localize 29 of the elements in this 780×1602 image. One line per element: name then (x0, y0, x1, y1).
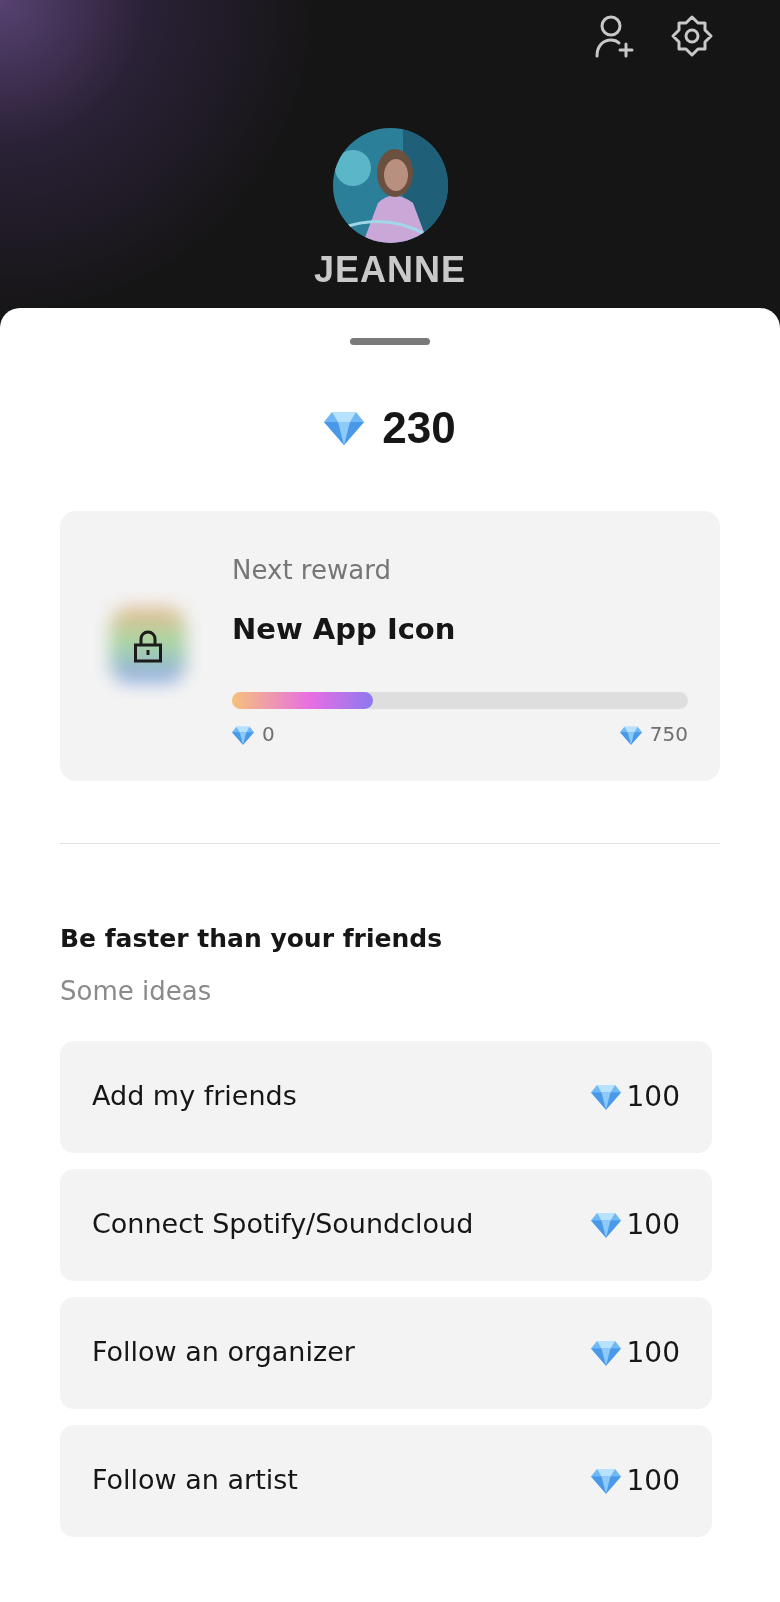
section-subtitle: Some ideas (60, 974, 213, 1008)
section-title: Be faster than your friends (60, 923, 443, 955)
task-row[interactable]: Connect Spotify/Soundcloud 100 (60, 1168, 712, 1281)
task-row[interactable]: Add my friends 100 (60, 1040, 712, 1153)
max-value: 750 (649, 720, 688, 748)
gem-icon (232, 725, 254, 745)
task-reward: 100 (626, 1462, 680, 1499)
gem-icon (619, 725, 642, 745)
reward-label: Next reward (232, 554, 392, 587)
min-value: 0 (262, 720, 275, 748)
profile-name: JEANNE (312, 250, 467, 290)
drag-handle[interactable] (350, 338, 430, 345)
settings-icon[interactable] (670, 14, 714, 58)
gem-balance: 230 (382, 402, 456, 454)
gem-icon (590, 1339, 621, 1366)
task-reward: 100 (626, 1206, 680, 1243)
task-label: Follow an artist (92, 1463, 298, 1498)
task-reward: 100 (626, 1078, 680, 1115)
task-row[interactable]: Follow an artist 100 (60, 1424, 712, 1537)
gem-icon (324, 411, 365, 445)
task-label: Follow an organizer (92, 1335, 355, 1370)
task-reward: 100 (626, 1334, 680, 1371)
gem-icon (590, 1211, 621, 1238)
gem-icon (590, 1467, 621, 1494)
gem-icon (590, 1083, 621, 1110)
task-row[interactable]: Follow an organizer 100 (60, 1296, 712, 1409)
reward-title: New App Icon (232, 611, 457, 648)
task-label: Connect Spotify/Soundcloud (92, 1207, 474, 1242)
task-label: Add my friends (92, 1079, 297, 1114)
